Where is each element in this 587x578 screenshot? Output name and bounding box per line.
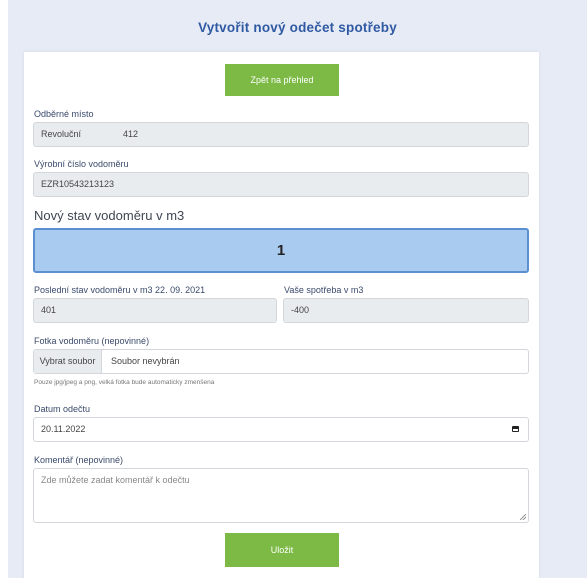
last-state-field: 401 xyxy=(33,298,277,323)
comment-placeholder: Zde můžete zadat komentář k odečtu xyxy=(41,475,190,485)
place-label: Odběrné místo xyxy=(34,109,94,119)
file-name-text: Soubor nevybrán xyxy=(111,356,180,366)
photo-hint: Pouze jpg/jpeg a png, velká fotka bude a… xyxy=(34,379,215,386)
comment-textarea[interactable]: Zde můžete zadat komentář k odečtu xyxy=(33,468,529,523)
serial-field: EZR10543213123 xyxy=(33,172,529,197)
date-value: 20.11.2022 xyxy=(41,424,86,434)
new-state-label: Nový stav vodoměru v m3 xyxy=(34,208,185,223)
place-street: Revoluční xyxy=(41,129,82,139)
consumption-field: -400 xyxy=(283,298,529,323)
choose-file-button[interactable]: Vybrat soubor xyxy=(34,350,102,373)
page-title: Vytvořit nový odečet spotřeby xyxy=(198,20,397,35)
save-button[interactable]: Uložit xyxy=(225,533,339,567)
date-label: Datum odečtu xyxy=(34,404,91,414)
comment-label: Komentář (nepovinné) xyxy=(34,455,124,465)
new-state-input[interactable]: 1 xyxy=(33,228,529,273)
photo-label: Fotka vodoměru (nepovinné) xyxy=(34,336,150,346)
photo-file-input[interactable]: Vybrat soubor Soubor nevybrán xyxy=(33,349,529,374)
back-to-overview-button[interactable]: Zpět na přehled xyxy=(225,64,339,96)
serial-label: Výrobní číslo vodoměru xyxy=(34,159,129,169)
place-field: Revoluční 412 xyxy=(33,122,529,147)
calendar-icon[interactable] xyxy=(512,426,519,432)
consumption-label: Vaše spotřeba v m3 xyxy=(284,285,364,295)
resize-handle-icon[interactable] xyxy=(520,514,526,520)
date-input[interactable]: 20.11.2022 xyxy=(33,417,529,442)
place-number: 412 xyxy=(123,129,139,139)
last-state-label: Poslední stav vodoměru v m3 22. 09. 2021 xyxy=(34,285,206,295)
